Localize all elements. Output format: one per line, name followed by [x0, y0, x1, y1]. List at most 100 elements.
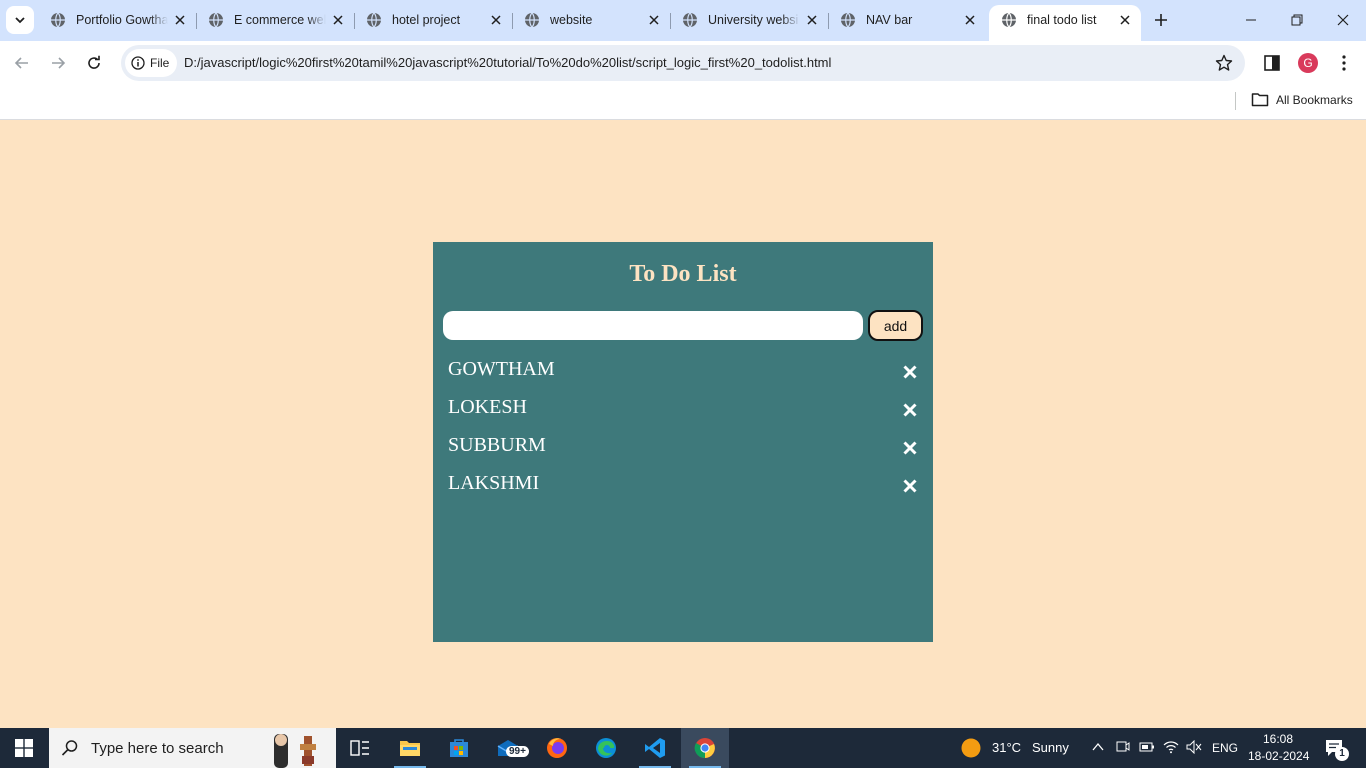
all-bookmarks-button[interactable]: All Bookmarks — [1251, 92, 1353, 107]
search-icon — [61, 740, 78, 756]
weather-temp[interactable]: 31°C — [992, 740, 1021, 755]
close-tab-icon[interactable] — [804, 12, 820, 28]
todo-item-text: SUBBURM — [448, 434, 546, 456]
chevron-down-icon — [15, 17, 25, 24]
tab-portfolio[interactable]: Portfolio Gowtha — [38, 5, 197, 35]
tab-ecommerce[interactable]: E commerce wel — [196, 5, 355, 35]
close-tab-icon[interactable] — [488, 12, 504, 28]
globe-icon — [367, 12, 381, 28]
list-item: GOWTHAM — [433, 354, 933, 392]
new-tab-button[interactable] — [1151, 10, 1171, 30]
task-view-button[interactable] — [336, 728, 384, 768]
search-highlight-icon — [274, 734, 316, 768]
tab-title: hotel project — [392, 13, 461, 27]
tab-university[interactable]: University websi — [670, 5, 829, 35]
globe-icon — [1002, 12, 1016, 28]
battery-icon[interactable] — [1139, 741, 1155, 753]
tab-final-todo-list[interactable]: final todo list — [989, 5, 1141, 41]
back-button[interactable] — [10, 51, 34, 75]
folder-icon — [400, 741, 420, 756]
close-window-button[interactable] — [1320, 0, 1366, 40]
reload-button[interactable] — [82, 51, 106, 75]
globe-icon — [525, 12, 539, 28]
profile-avatar[interactable]: G — [1298, 53, 1318, 73]
all-bookmarks-label: All Bookmarks — [1276, 92, 1353, 107]
weather-condition[interactable]: Sunny — [1032, 740, 1069, 755]
delete-icon[interactable] — [901, 401, 919, 419]
tab-title: University websi — [708, 13, 799, 27]
globe-icon — [209, 12, 223, 28]
folder-icon — [1251, 93, 1269, 107]
close-tab-icon[interactable] — [962, 12, 978, 28]
chrome-icon — [694, 738, 715, 759]
info-icon — [131, 56, 145, 70]
todo-container: To Do List add GOWTHAM LOKESH SUBBURM LA… — [433, 242, 933, 642]
todo-item-text: LAKSHMI — [448, 472, 540, 494]
file-explorer-button[interactable] — [386, 728, 434, 768]
delete-icon[interactable] — [901, 439, 919, 457]
site-info-label: File — [150, 56, 170, 70]
tab-website[interactable]: website — [512, 5, 671, 35]
wifi-icon[interactable] — [1163, 740, 1179, 754]
close-tab-icon[interactable] — [330, 12, 346, 28]
browser-toolbar: File D:/javascript/logic%20first%20tamil… — [0, 41, 1366, 85]
chrome-button[interactable] — [681, 728, 729, 768]
bookmarks-divider — [1235, 92, 1236, 110]
globe-icon — [683, 12, 697, 28]
more-vert-icon — [1342, 55, 1346, 71]
windows-icon — [15, 739, 33, 757]
store-button[interactable] — [435, 728, 483, 768]
tab-hotel[interactable]: hotel project — [354, 5, 513, 35]
chevron-up-icon[interactable] — [1092, 742, 1104, 752]
list-item: SUBBURM — [433, 430, 933, 468]
store-icon — [450, 739, 468, 757]
url-text[interactable]: D:/javascript/logic%20first%20tamil%20ja… — [184, 55, 831, 70]
volume-muted-icon[interactable] — [1186, 740, 1202, 754]
close-tab-icon[interactable] — [172, 12, 188, 28]
tab-strip: Portfolio Gowtha E commerce wel hotel pr… — [0, 0, 1366, 41]
address-bar[interactable]: File D:/javascript/logic%20first%20tamil… — [121, 45, 1245, 81]
arrow-right-icon — [52, 57, 66, 69]
clock-time[interactable]: 16:08 — [1250, 732, 1306, 746]
sun-icon[interactable] — [961, 738, 981, 758]
globe-icon — [51, 12, 65, 28]
close-tab-icon[interactable] — [646, 12, 662, 28]
bookmarks-bar: All Bookmarks — [0, 85, 1366, 120]
todo-input[interactable] — [443, 311, 863, 340]
tab-title: Portfolio Gowtha — [76, 13, 168, 27]
vscode-button[interactable] — [631, 728, 679, 768]
edge-button[interactable] — [582, 728, 630, 768]
mail-button[interactable]: 99+ — [484, 728, 532, 768]
delete-icon[interactable] — [901, 477, 919, 495]
delete-icon[interactable] — [901, 363, 919, 381]
tab-title: final todo list — [1027, 13, 1097, 27]
notification-badge: 1 — [1335, 747, 1349, 761]
forward-button[interactable] — [46, 51, 70, 75]
tab-search-button[interactable] — [6, 6, 34, 34]
page-title: To Do List — [629, 261, 737, 287]
search-placeholder: Type here to search — [91, 739, 224, 757]
minimize-icon — [1246, 19, 1256, 21]
todo-item-text: LOKESH — [448, 396, 527, 418]
close-icon — [1337, 14, 1349, 26]
plus-icon — [1155, 14, 1167, 26]
close-tab-icon[interactable] — [1117, 12, 1133, 28]
minimize-button[interactable] — [1228, 0, 1274, 40]
list-item: LAKSHMI — [433, 468, 933, 506]
taskbar-search[interactable]: Type here to search — [49, 728, 336, 768]
list-item: LOKESH — [433, 392, 933, 430]
side-panel-icon[interactable] — [1262, 53, 1282, 73]
menu-button[interactable] — [1334, 53, 1354, 73]
firefox-button[interactable] — [533, 728, 581, 768]
add-button[interactable]: add — [868, 310, 923, 341]
star-icon[interactable] — [1215, 54, 1233, 72]
language-indicator[interactable]: ENG — [1212, 741, 1238, 755]
meet-now-icon[interactable] — [1116, 739, 1130, 755]
restore-button[interactable] — [1274, 0, 1320, 40]
edge-icon — [596, 738, 616, 758]
tab-navbar[interactable]: NAV bar — [828, 5, 986, 35]
start-button[interactable] — [0, 728, 48, 768]
site-info-chip[interactable]: File — [125, 49, 177, 77]
clock-date[interactable]: 18-02-2024 — [1248, 749, 1309, 763]
task-view-icon — [350, 740, 369, 756]
